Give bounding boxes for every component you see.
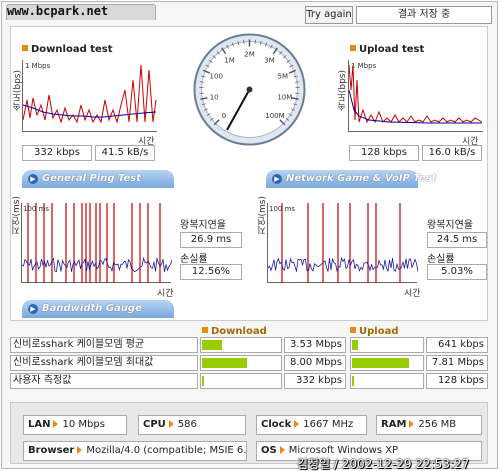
upload-gauge-value: 128 kbps [426, 373, 488, 389]
upload-kbps: 128 kbps [349, 145, 419, 161]
browser-cell: Browser Mozilla/4.0 (compatible; MSIE 6.0 [23, 441, 247, 461]
gauge-row-name: 신비로sshark 케이블모뎀 평균 [10, 337, 198, 353]
gauge-upload-header: Upload [350, 326, 398, 337]
game-xlabel: 시간 [404, 289, 421, 299]
ping-rtt-value: 26.9 ms [180, 232, 242, 248]
dial-label: 10 [210, 94, 219, 102]
game-graph [267, 203, 418, 283]
dial-label: 1M [224, 57, 235, 65]
ping-loss-label: 손실률 [180, 254, 208, 265]
clock-cell: Clock 1667 MHz [256, 415, 367, 435]
upload-kBs: 16.0 kB/s [422, 145, 482, 161]
lan-cell: LAN 10 Mbps [23, 415, 127, 435]
ping-rtt-label: 왕복지연율 [180, 220, 226, 231]
upload-gauge-fill [352, 358, 409, 368]
save-status: 결과 저장 중 [356, 6, 492, 24]
bullet-icon [350, 327, 356, 333]
upload-scale: 1 Mbps [351, 62, 377, 70]
download-gauge-bar [200, 373, 282, 389]
watermark: www.bcpark.net [7, 4, 109, 18]
gauge-row: 신비로sshark 케이블모뎀 평균 3.53 Mbps 641 kbps [10, 337, 488, 353]
upload-gauge-value: 7.81 Mbps [426, 355, 488, 371]
game-loss-label: 손실률 [427, 254, 455, 265]
download-gauge-value: 3.53 Mbps [284, 337, 346, 353]
latency-line [268, 256, 418, 273]
gauge-download-header: Download [202, 326, 267, 337]
ping-xlabel: 시간 [157, 289, 174, 299]
arrow-icon [294, 420, 300, 428]
dial-label: 10M [277, 94, 292, 102]
header-tab: www.bcpark.net [6, 4, 156, 20]
download-test-title: Download test [22, 44, 113, 55]
dial-label: 3M [264, 57, 275, 65]
upload-gauge-bar [350, 355, 424, 371]
arrow-icon: ▶ [28, 174, 38, 184]
upload-gauge-bar [350, 373, 424, 389]
arrow-icon: ▶ [28, 304, 38, 314]
bullet-icon [202, 327, 208, 333]
upload-speed-line [349, 64, 483, 124]
ping-loss-value: 12.56% [180, 264, 242, 280]
timestamp-stamp: 김정일 / 2002-12-29 22:53:27 [297, 457, 470, 471]
arrow-icon [168, 420, 174, 428]
download-gauge-fill [202, 358, 247, 368]
upload-gauge-value: 641 kbps [426, 337, 488, 353]
ram-cell: RAM 256 MB [376, 415, 482, 435]
upload-graph [348, 60, 483, 132]
download-gauge-bar [200, 337, 282, 353]
download-gauge-bar [200, 355, 282, 371]
arrow-icon: ▶ [272, 174, 282, 184]
bullet-icon [22, 45, 28, 51]
dial-label: 0 [222, 112, 226, 120]
download-kBs: 41.5 kB/s [95, 145, 155, 161]
download-kbps: 332 kbps [22, 145, 92, 161]
download-scale: 1 Mbps [25, 62, 51, 70]
gauge-row: 사용자 측정값 332 kbps 128 kbps [10, 373, 488, 389]
tab-general-ping[interactable]: ▶ General Ping Test [22, 170, 174, 188]
download-gauge-fill [202, 376, 204, 386]
download-gauge-fill [202, 340, 222, 350]
download-graph [22, 60, 157, 132]
download-gauge-value: 332 kbps [284, 373, 346, 389]
gauge-row: 신비로sshark 케이블모뎀 최대값 8.00 Mbps 7.81 Mbps [10, 355, 488, 371]
dial-label: 100 [210, 73, 223, 81]
game-rtt-label: 왕복지연율 [427, 220, 473, 231]
cpu-cell: CPU 586 [138, 415, 246, 435]
download-gauge-value: 8.00 Mbps [284, 355, 346, 371]
gauge-row-name: 신비로sshark 케이블모뎀 최대값 [10, 355, 198, 371]
speedometer: 0 10 100 1M 2M 3M 5M 10M 100M [192, 32, 307, 147]
arrow-icon [279, 446, 285, 454]
arrow-icon [53, 420, 59, 428]
arrow-icon [77, 446, 83, 454]
game-rtt-value: 24.5 ms [427, 232, 487, 248]
game-loss-value: 5.03% [427, 264, 487, 280]
dial-label: 5M [278, 73, 289, 81]
upload-gauge-fill [352, 376, 354, 386]
game-scale: 100 ms [269, 205, 296, 213]
upload-test-title: Upload test [350, 44, 424, 55]
upload-gauge-fill [352, 340, 358, 350]
tab-network-game[interactable]: ▶ Network Game & VoIP Test [266, 170, 436, 188]
ping-scale: 100 ms [23, 205, 50, 213]
gauge-row-name: 사용자 측정값 [10, 373, 198, 389]
try-again-button[interactable]: Try again [305, 6, 353, 24]
ping-graph [21, 203, 172, 283]
bullet-icon [350, 45, 356, 51]
arrow-icon [409, 420, 415, 428]
dial-label: 100M [265, 112, 284, 120]
dial-label: 2M [244, 51, 255, 59]
upload-gauge-bar [350, 337, 424, 353]
needle-hub [246, 86, 253, 93]
tab-bandwidth-gauge[interactable]: ▶ Bandwidth Gauge [22, 300, 174, 318]
